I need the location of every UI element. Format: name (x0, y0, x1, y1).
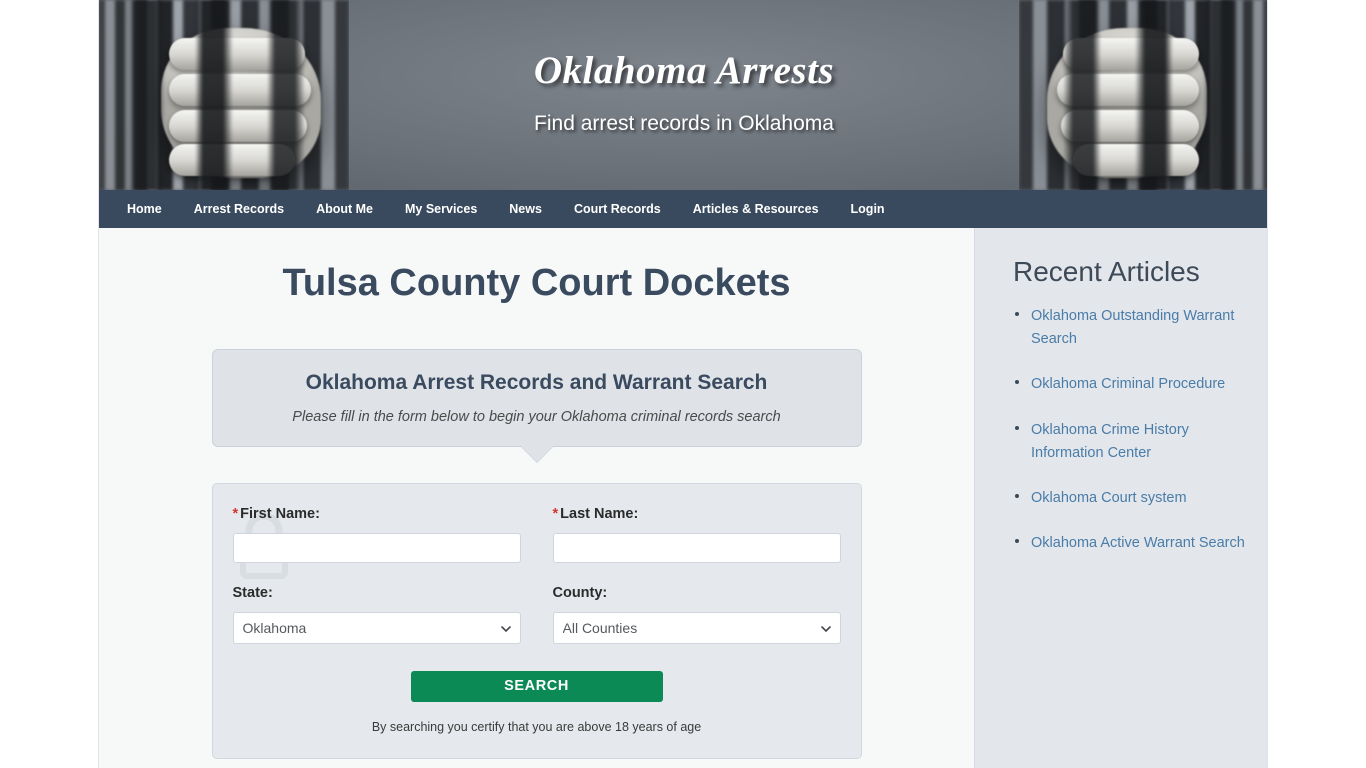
article-link-criminal-procedure[interactable]: Oklahoma Criminal Procedure (1031, 376, 1225, 392)
banner-text-block: Oklahoma Arrests Find arrest records in … (99, 49, 1267, 136)
county-group: County: All Counties (552, 584, 841, 644)
search-intro-title: Oklahoma Arrest Records and Warrant Sear… (305, 370, 768, 394)
recent-articles-list: Oklahoma Outstanding Warrant Search Okla… (1013, 304, 1247, 554)
nav-item-home[interactable]: Home (111, 190, 178, 228)
row-spacer (233, 563, 841, 585)
main-navigation: Home Arrest Records About Me My Services… (99, 190, 1267, 228)
site-title: Oklahoma Arrests (533, 49, 835, 92)
required-marker: * (552, 505, 559, 522)
first-name-group: * First Name: (232, 506, 521, 563)
required-marker: * (232, 505, 239, 522)
bubble-tail-arrow (520, 445, 553, 462)
state-select-wrap: Oklahoma (232, 611, 521, 644)
body-wrapper: Tulsa County Court Dockets Oklahoma Arre… (99, 228, 1267, 768)
site-tagline: Find arrest records in Oklahoma (534, 111, 834, 135)
state-group: State: Oklahoma (232, 584, 521, 644)
first-name-input[interactable] (232, 532, 521, 563)
list-item: Oklahoma Criminal Procedure (1013, 372, 1247, 395)
site-banner: Oklahoma Arrests Find arrest records in … (99, 0, 1267, 190)
main-content: Tulsa County Court Dockets Oklahoma Arre… (99, 228, 974, 768)
county-select-wrap: All Counties (552, 611, 841, 644)
page-root: Oklahoma Arrests Find arrest records in … (0, 0, 1366, 768)
state-label: State: (232, 584, 273, 601)
article-link-court-system[interactable]: Oklahoma Court system (1031, 490, 1187, 506)
county-label: County: (552, 584, 608, 601)
location-fields-row: State: Oklahoma County: All Counties (232, 584, 841, 644)
nav-item-news[interactable]: News (493, 190, 558, 228)
last-name-label-text: Last Name: (560, 505, 639, 522)
nav-item-login[interactable]: Login (835, 190, 901, 228)
list-item: Oklahoma Outstanding Warrant Search (1013, 304, 1247, 350)
last-name-label: * Last Name: (553, 506, 841, 522)
first-name-label: * First Name: (233, 506, 521, 522)
search-intro-bubble: Oklahoma Arrest Records and Warrant Sear… (211, 348, 862, 462)
search-form: * First Name: * Last Name: State: Oklaho… (211, 482, 862, 759)
site-container: Oklahoma Arrests Find arrest records in … (98, 0, 1268, 768)
last-name-input[interactable] (552, 532, 841, 563)
list-item: Oklahoma Crime History Information Cente… (1013, 418, 1247, 464)
county-select[interactable]: All Counties (552, 611, 841, 644)
sidebar: Recent Articles Oklahoma Outstanding War… (974, 228, 1267, 768)
article-link-active-warrant-search[interactable]: Oklahoma Active Warrant Search (1031, 535, 1245, 551)
nav-item-my-services[interactable]: My Services (389, 190, 493, 228)
search-button[interactable]: SEARCH (410, 670, 663, 702)
search-intro-subtitle: Please fill in the form below to begin y… (292, 408, 781, 425)
state-select[interactable]: Oklahoma (232, 611, 521, 644)
article-link-outstanding-warrant-search[interactable]: Oklahoma Outstanding Warrant Search (1031, 308, 1234, 347)
list-item: Oklahoma Court system (1013, 486, 1247, 509)
first-name-label-text: First Name: (240, 505, 320, 522)
age-certification-note: By searching you certify that you are ab… (371, 719, 702, 734)
nav-item-arrest-records[interactable]: Arrest Records (178, 190, 300, 228)
sidebar-title: Recent Articles (1013, 256, 1200, 287)
page-title: Tulsa County Court Dockets (282, 262, 791, 304)
nav-item-articles-resources[interactable]: Articles & Resources (677, 190, 835, 228)
list-item: Oklahoma Active Warrant Search (1013, 531, 1247, 554)
nav-item-court-records[interactable]: Court Records (558, 190, 677, 228)
name-fields-row: * First Name: * Last Name: (232, 506, 841, 563)
last-name-group: * Last Name: (552, 506, 841, 563)
nav-item-about-me[interactable]: About Me (300, 190, 389, 228)
article-link-crime-history-information-center[interactable]: Oklahoma Crime History Information Cente… (1031, 422, 1189, 461)
